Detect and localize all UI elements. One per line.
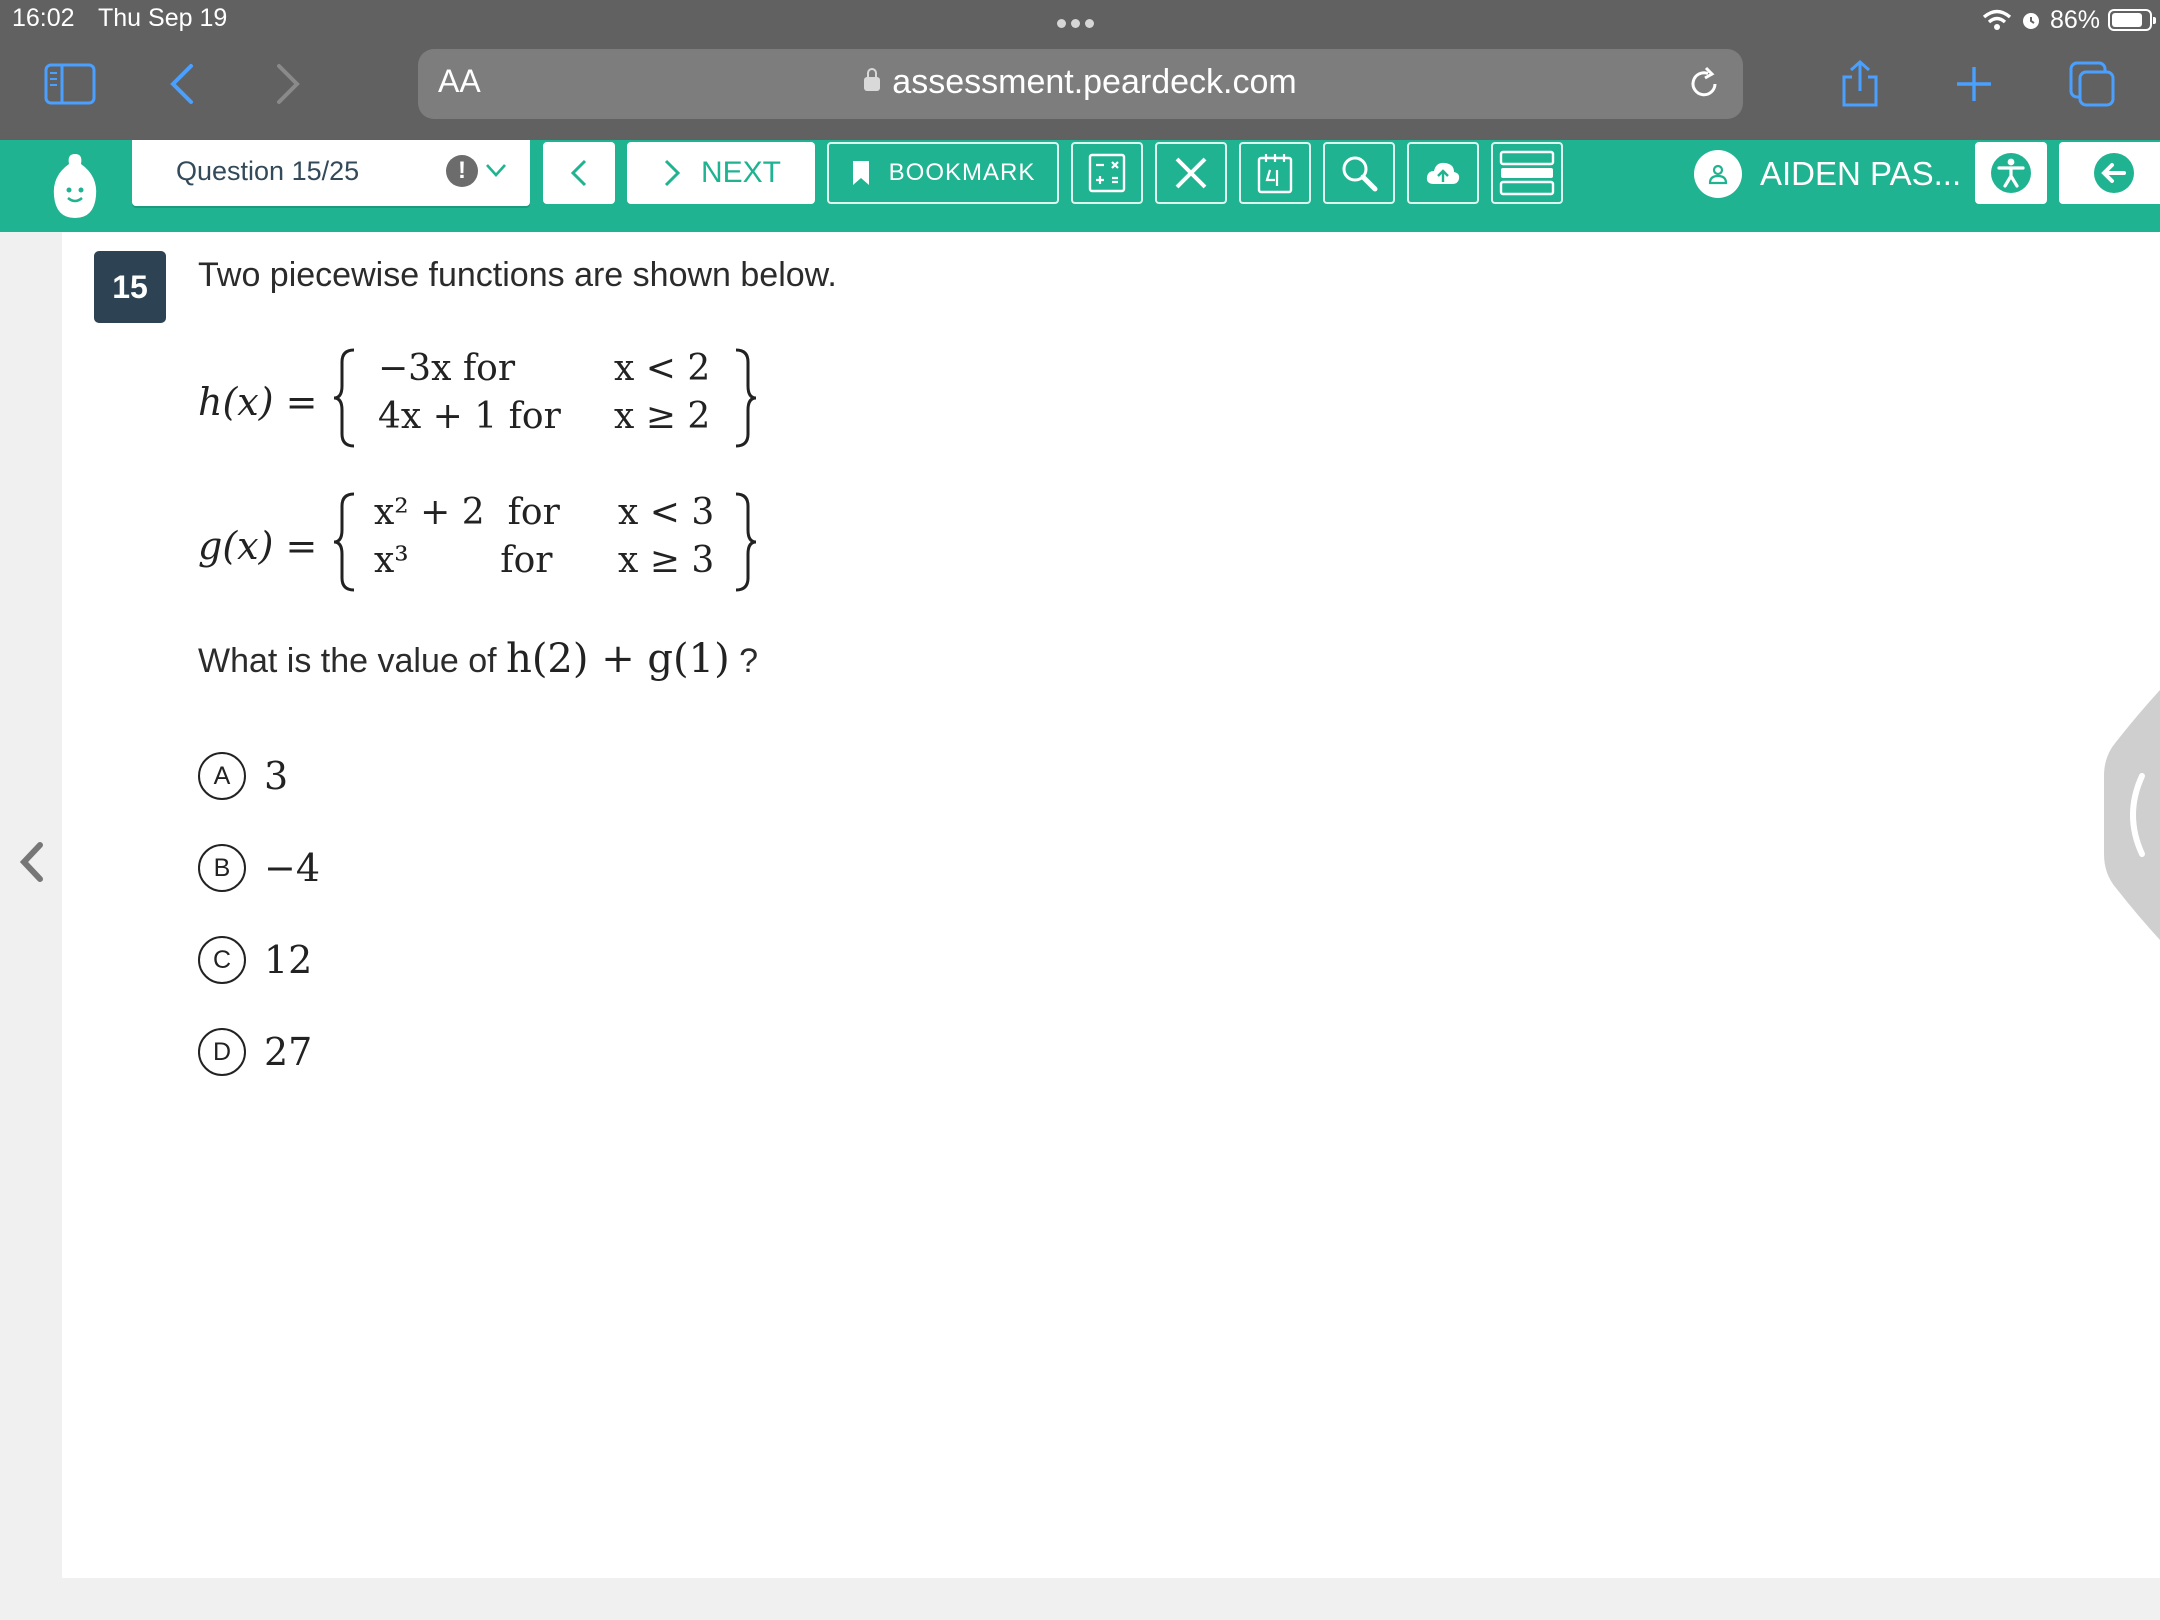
option-d-value: 27	[264, 1030, 313, 1074]
upload-icon	[1426, 162, 1460, 184]
magnifier-icon	[1342, 156, 1378, 192]
exit-button[interactable]	[2059, 142, 2160, 204]
address-bar[interactable]: AA assessment.peardeck.com	[418, 49, 1743, 119]
h-case-2-condition: x ≥ 2	[614, 396, 711, 437]
magnifier-button[interactable]	[1323, 142, 1395, 204]
next-question-button[interactable]: NEXT	[627, 142, 815, 204]
function-g-definition: g(x) = x² + 2 for x < 3 x³ for x ≥ 3	[198, 490, 778, 600]
line-reader-button[interactable]	[1491, 142, 1563, 204]
function-h-name: h(x) =	[198, 380, 318, 424]
question-prompt: Two piecewise functions are shown below.	[198, 256, 837, 294]
previous-question-button[interactable]	[543, 142, 615, 204]
answer-option-b[interactable]: B −4	[198, 842, 320, 894]
question-ask: What is the value of h(2) + g(1) ?	[198, 636, 758, 682]
question-number-badge: 15	[94, 251, 166, 323]
person-icon	[1708, 164, 1728, 185]
accessibility-button[interactable]	[1975, 142, 2047, 204]
ask-text: What is the value of	[198, 642, 497, 680]
eliminate-icon	[1175, 157, 1207, 189]
g-case-2-expression: x³ for	[374, 540, 553, 581]
bookmark-icon	[852, 161, 869, 185]
bookmark-button[interactable]: BOOKMARK	[827, 142, 1059, 204]
reload-icon[interactable]	[1685, 65, 1723, 103]
battery-percent: 86%	[2049, 5, 2100, 34]
option-a-value: 3	[264, 754, 289, 798]
user-account[interactable]: AIDEN PAS...	[1694, 145, 1961, 203]
option-b-letter: B	[198, 844, 246, 892]
bookmark-label: BOOKMARK	[888, 159, 1036, 186]
next-label: NEXT	[700, 156, 781, 189]
h-case-1-condition: x < 2	[614, 348, 711, 389]
g-case-2-condition: x ≥ 3	[618, 540, 715, 581]
option-c-value: 12	[264, 938, 313, 982]
chevron-right-icon	[664, 159, 681, 187]
question-selector-label: Question 15/25	[176, 156, 360, 186]
lock-icon	[864, 68, 881, 91]
answer-option-d[interactable]: D 27	[198, 1026, 312, 1078]
save-upload-button[interactable]	[1407, 142, 1479, 204]
battery-icon	[2108, 9, 2156, 31]
user-name: AIDEN PAS...	[1760, 155, 1962, 192]
left-brace-icon	[333, 348, 355, 448]
accessibility-icon	[1991, 153, 2031, 193]
option-c-letter: C	[198, 936, 246, 984]
user-avatar	[1694, 150, 1742, 198]
url-display[interactable]: assessment.peardeck.com	[418, 63, 1743, 102]
collapse-left-chevron-icon[interactable]	[16, 840, 46, 884]
function-g-name: g(x) =	[198, 524, 318, 568]
chevron-left-icon	[570, 159, 587, 187]
status-time: 16:02	[12, 4, 75, 32]
g-case-1-expression: x² + 2 for	[374, 492, 560, 533]
calculator-tool-button[interactable]	[1071, 142, 1143, 204]
h-case-1-expression: −3x for	[378, 348, 516, 389]
sidebar-icon[interactable]	[40, 56, 100, 112]
notepad-icon	[1257, 154, 1293, 194]
right-brace-icon	[735, 492, 757, 592]
chevron-down-icon	[486, 164, 506, 177]
assessment-toolbar: Question 15/25 ! NEXT BOOKMARK AIDEN PAS…	[0, 140, 2160, 232]
ask-question-mark: ?	[739, 642, 759, 680]
answer-option-a[interactable]: A 3	[198, 750, 288, 802]
option-b-value: −4	[264, 846, 321, 890]
g-case-1-condition: x < 3	[618, 492, 715, 533]
alarm-icon	[2022, 13, 2039, 29]
option-d-letter: D	[198, 1028, 246, 1076]
browser-chrome: 16:02 Thu Sep 19 86% AA assessment.peard…	[0, 0, 2160, 140]
status-date: Thu Sep 19	[98, 4, 228, 32]
url-text: assessment.peardeck.com	[892, 63, 1297, 101]
share-icon[interactable]	[1830, 56, 1890, 112]
right-brace-icon	[735, 348, 757, 448]
wifi-icon	[1982, 9, 2012, 30]
side-panel-tab[interactable]	[2102, 690, 2160, 940]
option-a-letter: A	[198, 752, 246, 800]
notepad-button[interactable]	[1239, 142, 1311, 204]
flag-alert-icon: !	[446, 155, 478, 187]
question-selector[interactable]: Question 15/25 !	[132, 140, 530, 206]
function-h-definition: h(x) = −3x for x < 2 4x + 1 for x ≥ 2	[198, 346, 778, 456]
answer-eliminator-button[interactable]	[1155, 142, 1227, 204]
h-case-2-expression: 4x + 1 for	[378, 396, 561, 437]
status-indicators: 86%	[1982, 3, 2156, 37]
new-tab-icon[interactable]	[1944, 56, 2004, 112]
answer-option-c[interactable]: C 12	[198, 934, 312, 986]
multitasking-dots-icon[interactable]	[1057, 15, 1099, 33]
forward-icon[interactable]	[258, 56, 318, 112]
exit-arrow-icon	[2094, 153, 2134, 193]
ask-expression: h(2) + g(1)	[506, 636, 730, 682]
pear-logo-icon	[53, 154, 97, 218]
left-brace-icon	[333, 492, 355, 592]
calculator-icon	[1088, 153, 1126, 193]
line-reader-icon	[1499, 150, 1555, 196]
back-icon[interactable]	[152, 56, 212, 112]
tabs-icon[interactable]	[2062, 56, 2122, 112]
